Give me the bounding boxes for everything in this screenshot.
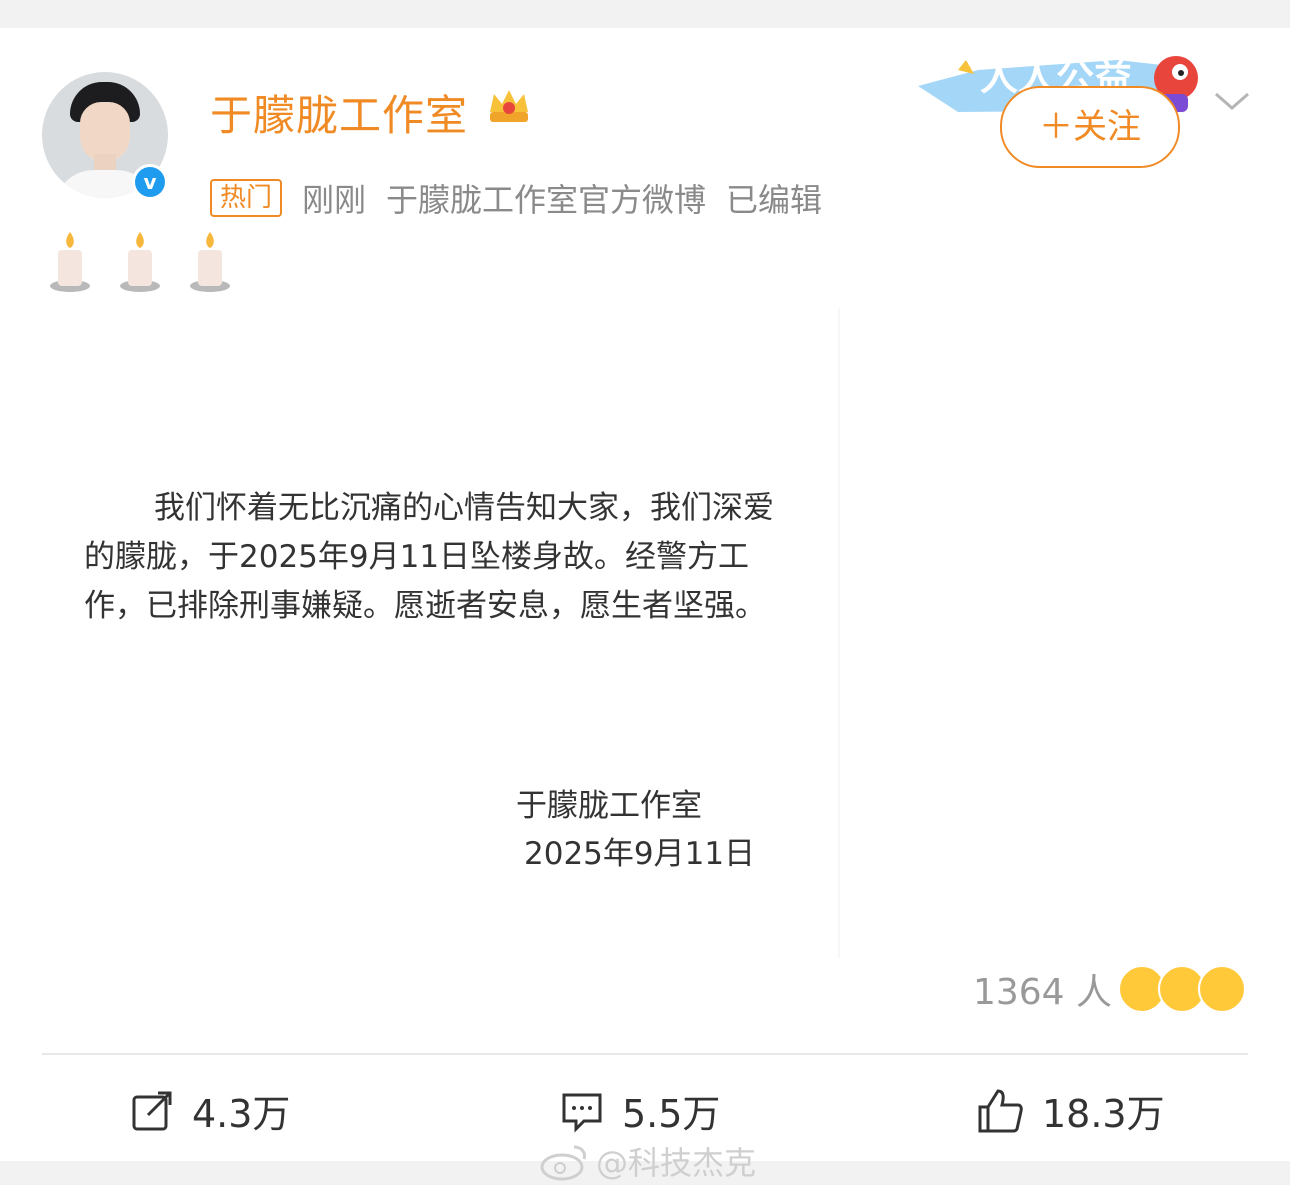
edited-label: 已编辑	[726, 181, 823, 219]
comment-count: 5.5万	[622, 1092, 721, 1136]
chevron-down-icon[interactable]	[1212, 86, 1252, 116]
hot-badge: 热门	[210, 179, 283, 217]
reaction-summary[interactable]: 1364 人	[973, 963, 1246, 1015]
candle-icon	[120, 232, 160, 292]
author-name[interactable]: 于朦胧工作室	[210, 82, 468, 143]
post-time: 刚刚	[302, 181, 367, 219]
post-meta: 热门 刚刚 于朦胧工作室官方微博 已编辑	[210, 176, 822, 220]
like-count: 18.3万	[1042, 1092, 1165, 1136]
signature-date: 2025年9月11日	[524, 836, 756, 872]
reaction-emojis	[1118, 965, 1246, 1013]
candle-emoji-row	[46, 228, 234, 294]
repost-button[interactable]: 4.3万	[130, 1083, 290, 1138]
image-edge	[838, 308, 840, 958]
thumbs-up-icon	[978, 1088, 1023, 1132]
post-card: v 于朦胧工作室 热门 刚刚 于朦胧工作室官方微博 已编辑 人人公益 ＋关注 我…	[0, 28, 1290, 1182]
like-button[interactable]: 18.3万	[976, 1083, 1165, 1138]
repost-icon	[132, 1091, 172, 1130]
post-source: 于朦胧工作室官方微博	[386, 181, 707, 219]
follow-button[interactable]: ＋关注	[1000, 86, 1180, 168]
repost-count: 4.3万	[192, 1092, 291, 1136]
reaction-count: 1364 人	[972, 972, 1112, 1013]
comment-button[interactable]: 5.5万	[560, 1083, 720, 1138]
crown-icon	[490, 90, 528, 122]
watermark: @科技杰克	[540, 1138, 756, 1184]
candle-icon	[190, 232, 230, 292]
divider	[42, 1053, 1248, 1055]
weibo-logo-icon	[540, 1145, 586, 1181]
comment-icon	[562, 1093, 602, 1133]
statement-text: 我们怀着无比沉痛的心情告知大家，我们深爱的朦胧，于2025年9月11日坠楼身故。…	[84, 490, 774, 624]
laugh-emoji-icon	[1198, 965, 1246, 1013]
watermark-text: @科技杰克	[596, 1144, 757, 1182]
candle-icon	[50, 232, 90, 292]
verified-badge-icon: v	[132, 164, 168, 200]
signature-name: 于朦胧工作室	[516, 788, 702, 824]
